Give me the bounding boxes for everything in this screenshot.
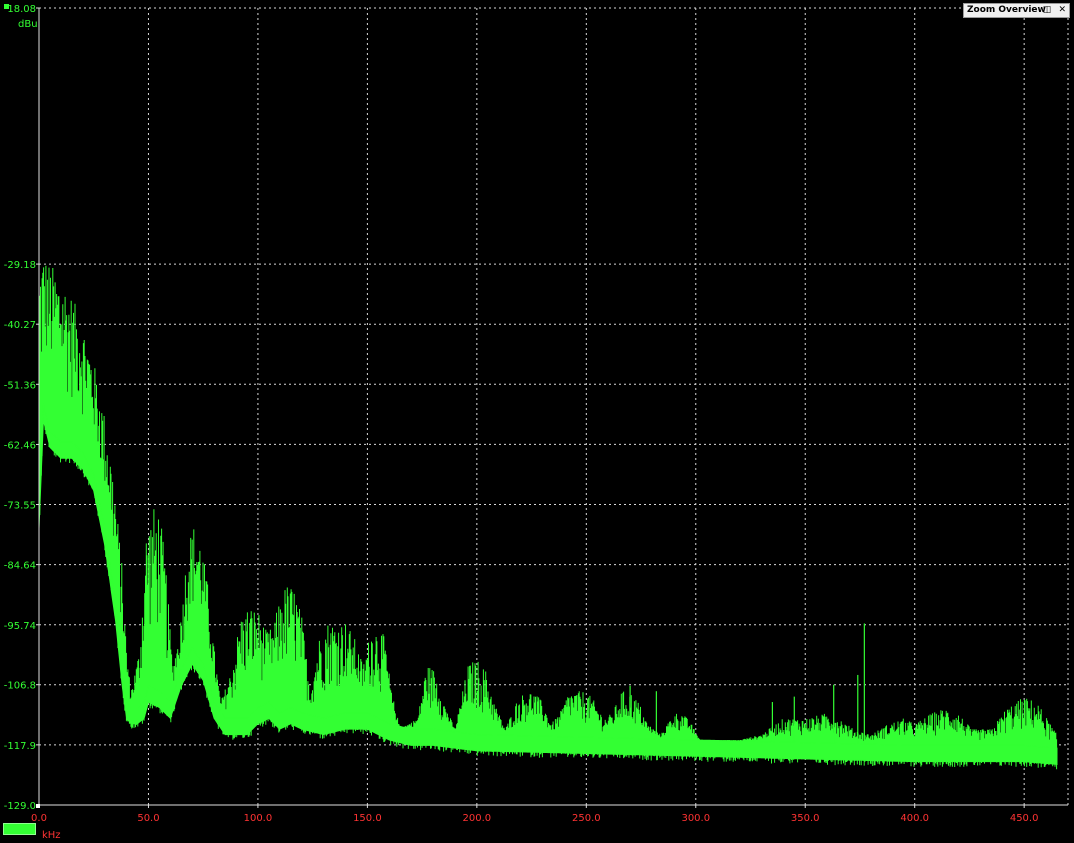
- x-axis-unit: kHz: [42, 830, 61, 841]
- y-tick-label: -62.46: [4, 440, 36, 451]
- reference-marker[interactable]: [4, 4, 9, 9]
- y-tick-label: 18.08: [7, 4, 36, 15]
- close-icon[interactable]: ✕: [1058, 5, 1066, 15]
- y-tick-label: -73.55: [4, 501, 36, 512]
- origin-marker: [36, 804, 40, 808]
- cursor-readout-marker[interactable]: [3, 823, 36, 835]
- x-tick-label: 450.0: [1010, 813, 1039, 824]
- x-tick-label: 50.0: [137, 813, 159, 824]
- y-tick-label: -117.9: [4, 741, 36, 752]
- zoom-overview-titlebar[interactable]: Zoom Overview ◫ ✕: [963, 3, 1070, 18]
- x-tick-label: 400.0: [900, 813, 929, 824]
- y-tick-label: -51.36: [4, 380, 36, 391]
- x-tick-label: 350.0: [791, 813, 820, 824]
- y-tick-label: -40.27: [4, 320, 36, 331]
- spectrum-chart: 18.08 -29.18 -40.27 -51.36 -62.46 -73.55 -84.6…: [0, 0, 1074, 843]
- x-tick-label: 150.0: [353, 813, 382, 824]
- y-tick-label: -95.74: [4, 621, 36, 632]
- y-tick-label: -84.64: [4, 561, 36, 572]
- x-tick-label: 250.0: [572, 813, 601, 824]
- restore-icon[interactable]: ◫: [1043, 5, 1052, 15]
- zoom-overview-label: Zoom Overview: [967, 5, 1046, 15]
- y-tick-label: -29.18: [4, 260, 36, 271]
- x-tick-label: 100.0: [244, 813, 273, 824]
- x-tick-label: 200.0: [463, 813, 492, 824]
- x-tick-label: 300.0: [681, 813, 710, 824]
- y-axis-unit: dBu: [18, 19, 38, 30]
- y-tick-label: -106.8: [4, 681, 36, 692]
- y-tick-label: -129.0: [4, 801, 36, 812]
